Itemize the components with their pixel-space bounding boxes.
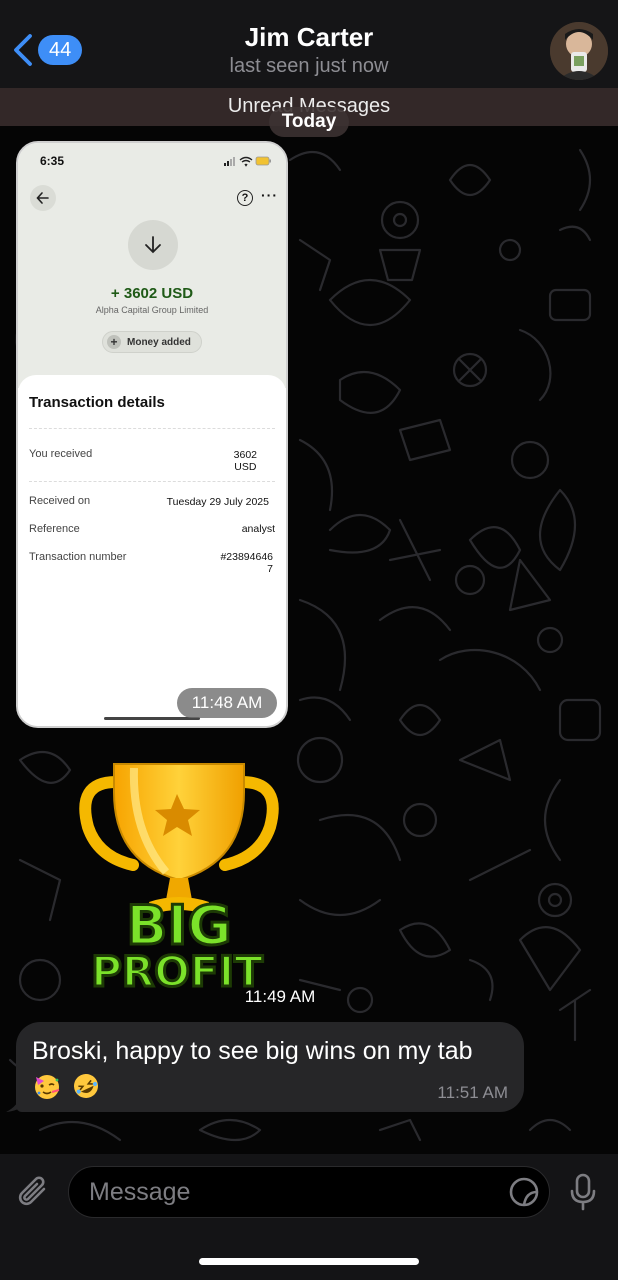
money-added-chip: + Money added	[102, 331, 202, 353]
paperclip-icon[interactable]	[16, 1173, 52, 1211]
phone-clock: 6:35	[40, 154, 65, 168]
money-added-label: Money added	[127, 336, 191, 348]
row-label: Reference	[29, 523, 80, 535]
home-indicator	[199, 1258, 419, 1265]
message-input[interactable]	[68, 1166, 550, 1218]
partying-face-icon	[35, 1075, 60, 1100]
row-value: analyst	[241, 523, 275, 535]
more-icon: ···	[261, 187, 278, 203]
photo-message[interactable]: 6:35 ? ··· + 3602 USD Alpha Capital Grou…	[16, 141, 288, 728]
arrow-down-icon	[128, 220, 178, 270]
incoming-text-message[interactable]: Broski, happy to see big wins on my tab …	[16, 1022, 524, 1112]
rolling-laughing-icon	[73, 1074, 98, 1099]
message-time: 11:51 AM	[437, 1083, 508, 1102]
contact-name[interactable]: Jim Carter	[0, 22, 618, 53]
composer-bar	[0, 1154, 618, 1280]
message-time: 11:48 AM	[177, 688, 277, 718]
phone-status-icons	[224, 156, 271, 167]
divider	[29, 428, 275, 429]
microphone-icon[interactable]	[568, 1172, 598, 1212]
message-time: 11:49 AM	[244, 987, 316, 1006]
date-separator: Today	[269, 107, 349, 137]
big-profit-sticker[interactable]: BIG PROFIT	[74, 752, 284, 1000]
transaction-details-card: Transaction details You received 3602 US…	[18, 375, 286, 726]
sticker-text-line2: PROFIT	[91, 947, 263, 996]
row-value: Tuesday 29 July 2025	[166, 496, 269, 508]
contact-status: last seen just now	[229, 55, 389, 77]
row-label: Received on	[29, 495, 91, 507]
row-value: #23894646 7	[220, 551, 273, 575]
phone-home-indicator	[104, 717, 200, 720]
sticker-icon[interactable]	[508, 1176, 540, 1208]
help-icon: ?	[237, 190, 253, 206]
avatar[interactable]	[550, 22, 608, 80]
chat-header: 44 Jim Carter last seen just now	[0, 0, 618, 88]
phone-screenshot-header: 6:35 ? ··· + 3602 USD Alpha Capital Grou…	[18, 143, 286, 388]
plus-icon: +	[107, 335, 121, 349]
divider	[29, 481, 275, 482]
message-text: Broski, happy to see big wins on my tab	[32, 1034, 502, 1102]
details-title: Transaction details	[29, 394, 165, 411]
arrow-left-icon	[30, 185, 56, 211]
merchant-name: Alpha Capital Group Limited	[95, 305, 209, 315]
transaction-amount: + 3602 USD	[110, 285, 194, 302]
row-label: You received	[29, 448, 93, 460]
row-label: Transaction number	[29, 551, 127, 563]
row-value: 3602 USD	[233, 449, 257, 473]
